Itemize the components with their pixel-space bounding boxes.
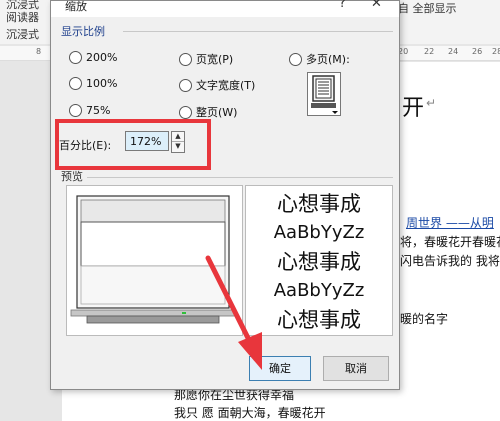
option-label: 200% — [86, 51, 118, 64]
highlight-box — [55, 119, 211, 170]
radio-icon[interactable] — [179, 105, 192, 119]
radio-icon[interactable] — [289, 52, 302, 66]
option-100[interactable]: 100% — [69, 77, 117, 90]
ruler-left-mark: 8 — [36, 47, 42, 56]
doc-line: 暖的名字 — [400, 312, 449, 326]
option-many-pages[interactable]: 多页(M): — [289, 51, 350, 67]
preview-line: 心想事成 — [277, 192, 361, 216]
doc-line: 闪电告诉我的 我将 — [400, 254, 500, 268]
divider — [87, 177, 393, 178]
ribbon-group-label: 沉浸式 — [6, 28, 39, 41]
option-label: 文字宽度(T) — [196, 79, 256, 92]
option-75[interactable]: 75% — [69, 104, 110, 117]
option-label: 页宽(P) — [196, 53, 234, 66]
ruler-mark: 22 — [424, 47, 435, 56]
paragraph-mark: ↵ — [426, 96, 437, 110]
option-page-width[interactable]: 页宽(P) — [179, 51, 233, 67]
ok-button[interactable]: 确定 — [249, 356, 311, 381]
zoom-group-label: 显示比例 — [61, 25, 105, 38]
ruler-mark: 24 — [448, 47, 459, 56]
option-200[interactable]: 200% — [69, 51, 117, 64]
preview-sample: 心想事成 AaBbYyZz 心想事成 AaBbYyZz 心想事成 — [245, 185, 393, 336]
radio-icon[interactable] — [179, 78, 192, 92]
preview-line: AaBbYyZz — [273, 280, 365, 301]
preview-line: 心想事成 — [277, 308, 361, 332]
preview-screen — [66, 185, 243, 336]
preview-line: 心想事成 — [277, 250, 361, 274]
doc-line: 将，春暖花开春暖花 — [400, 235, 500, 249]
dialog-titlebar: 缩放 ? ✕ — [51, 0, 399, 17]
divider — [123, 31, 393, 32]
doc-line-text: 周世界 ——从明 — [406, 216, 494, 230]
cancel-button[interactable]: 取消 — [323, 356, 389, 381]
close-button[interactable]: ✕ — [371, 0, 382, 11]
option-label: 整页(W) — [196, 106, 238, 119]
ribbon-show-all[interactable]: 自 全部显示 — [398, 0, 457, 16]
preview-line: AaBbYyZz — [273, 222, 365, 243]
radio-icon[interactable] — [69, 104, 82, 117]
zoom-dialog: 缩放 ? ✕ 显示比例 200% 100% 75% 页宽(P) 文字宽度(T) … — [50, 0, 400, 390]
radio-icon[interactable] — [69, 51, 82, 64]
ruler-mark: 28 — [492, 47, 500, 56]
doc-line: 周世界 ——从明 — [406, 214, 494, 231]
option-label: 100% — [86, 77, 118, 90]
option-label: 75% — [86, 104, 111, 117]
doc-title-fragment: 开 — [402, 96, 425, 121]
doc-line: 我只 愿 面朝大海，春暖花开 — [174, 406, 326, 420]
option-whole-page[interactable]: 整页(W) — [179, 104, 237, 120]
help-button[interactable]: ? — [339, 0, 346, 11]
many-pages-button[interactable] — [307, 72, 341, 116]
dialog-title: 缩放 — [65, 0, 87, 13]
radio-icon[interactable] — [179, 52, 192, 66]
monitor-icon — [311, 75, 338, 114]
radio-icon[interactable] — [69, 77, 82, 90]
ribbon-immersive-line2[interactable]: 阅读器 — [6, 9, 39, 25]
ruler-mark: 26 — [472, 47, 483, 56]
screen-preview-icon — [70, 195, 237, 324]
preview-group-label: 预览 — [61, 170, 83, 183]
option-text-width[interactable]: 文字宽度(T) — [179, 77, 255, 93]
option-label: 多页(M): — [306, 53, 350, 66]
